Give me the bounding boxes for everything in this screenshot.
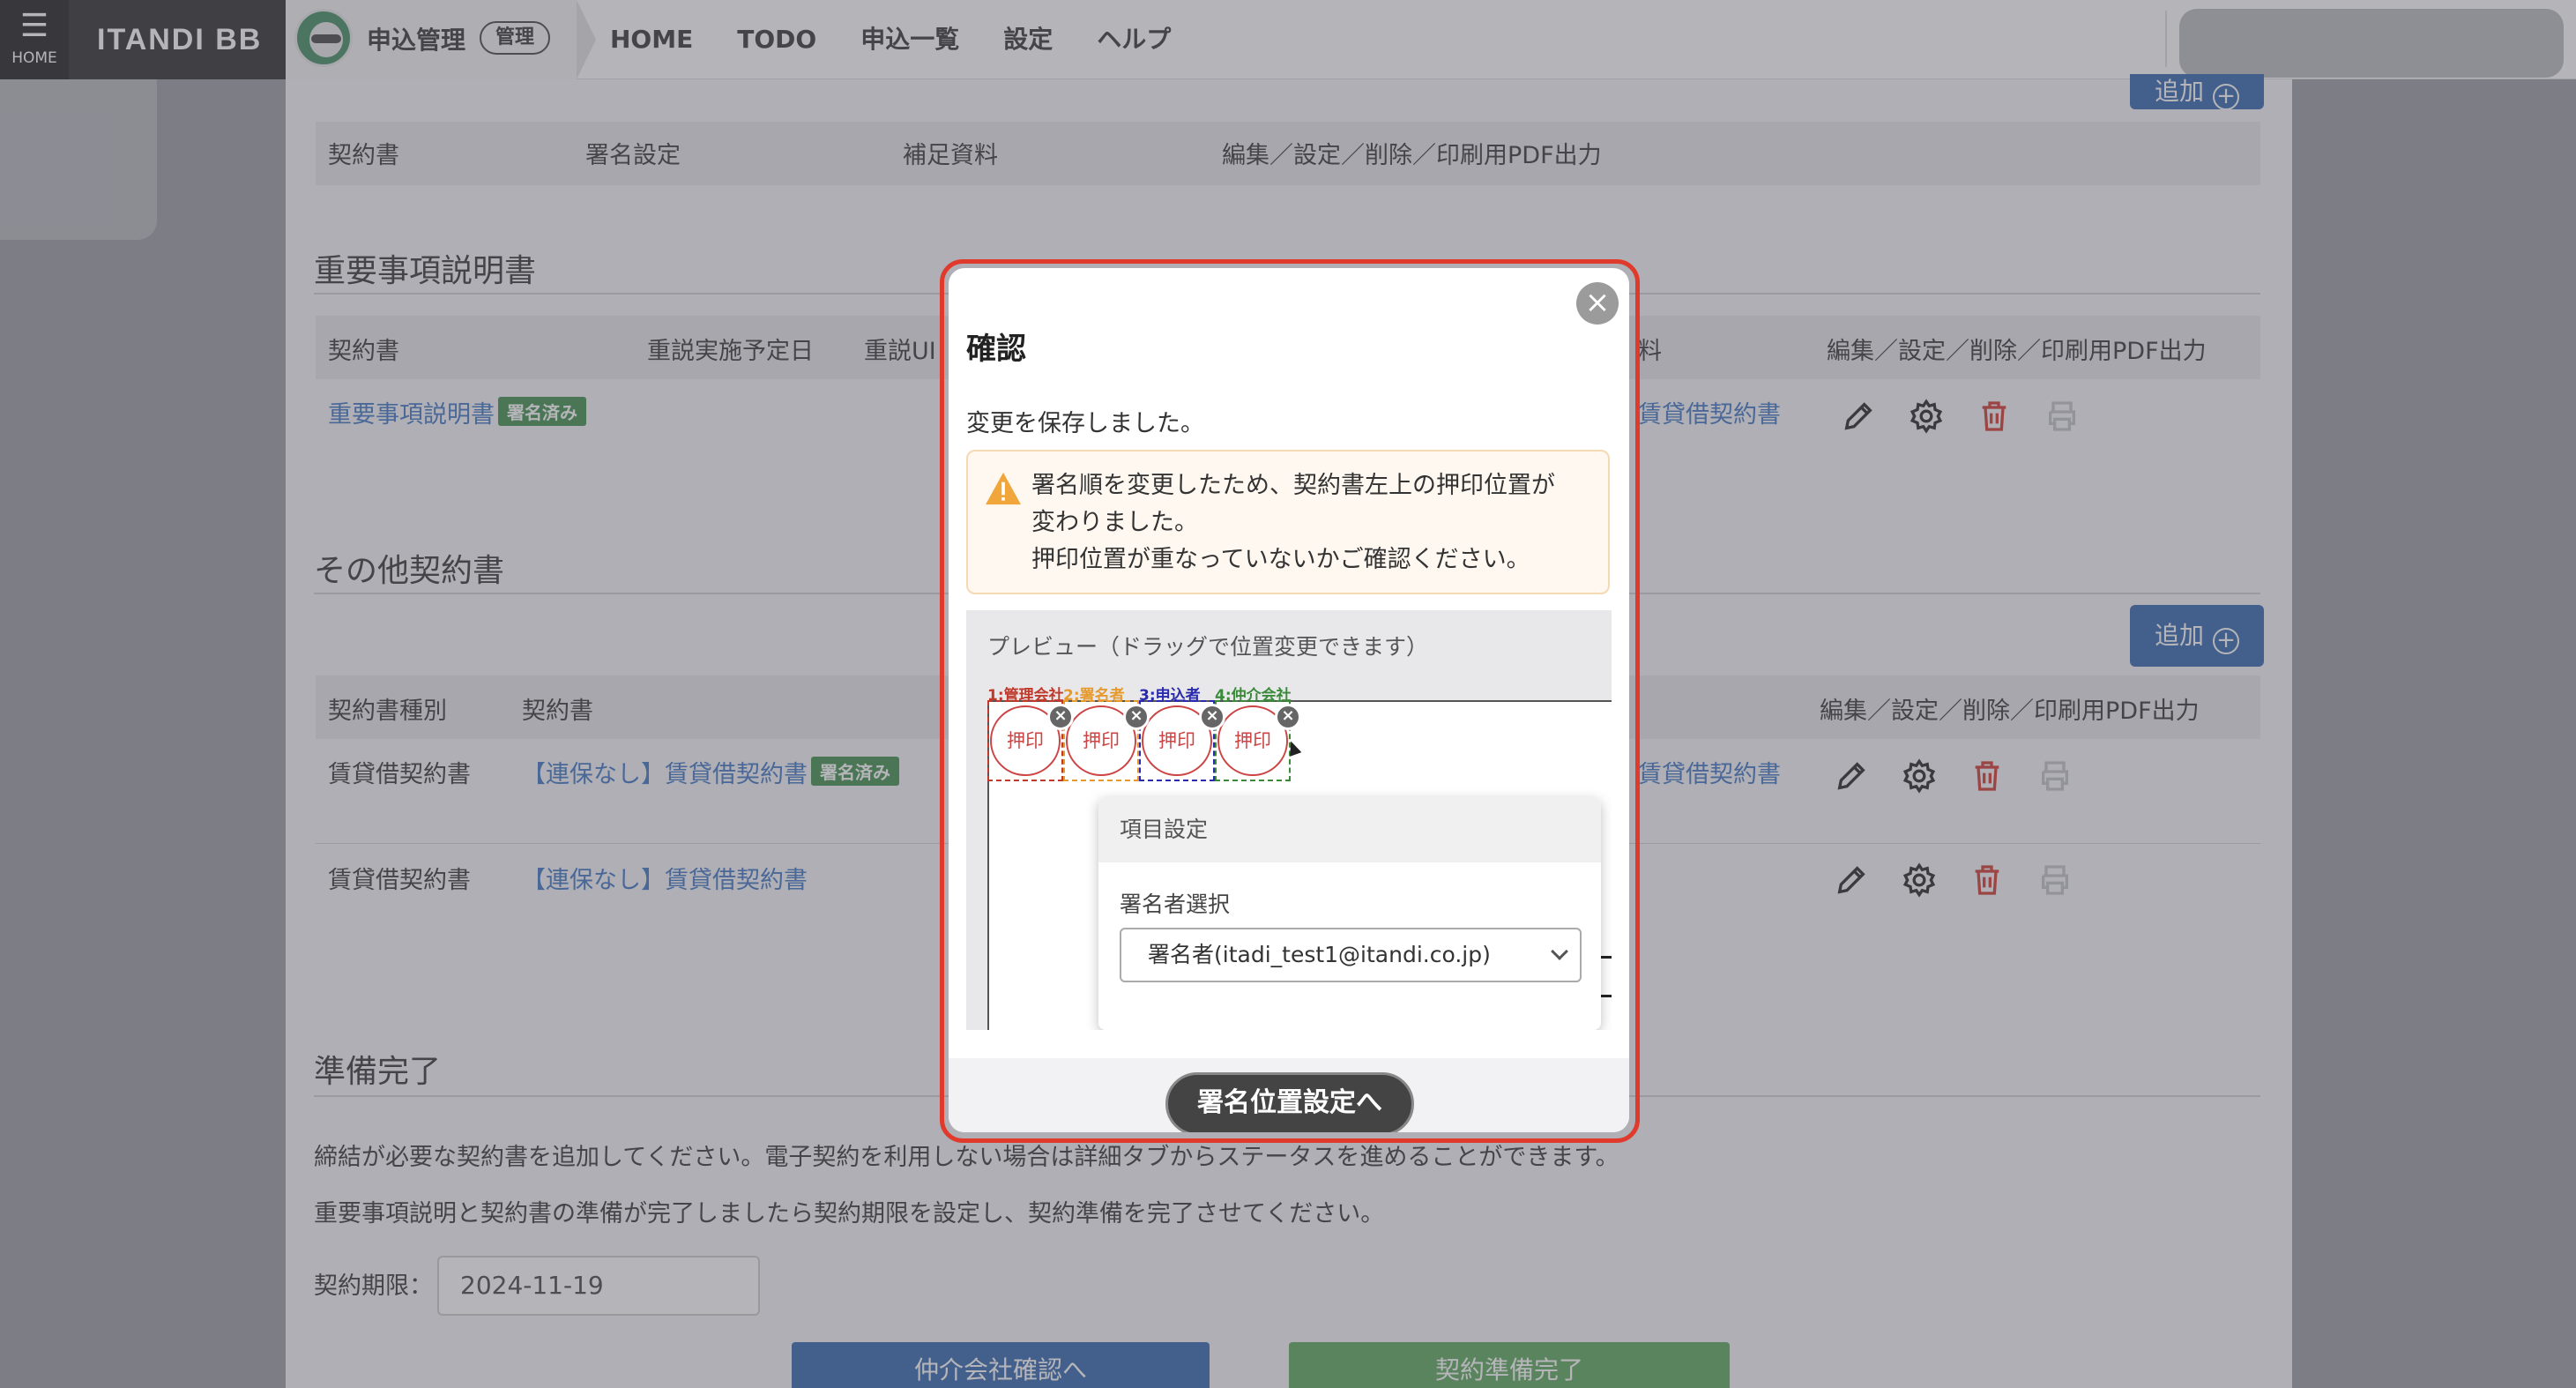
- preview-label: プレビュー（ドラッグで位置変更できます）: [987, 634, 1429, 660]
- signer-select[interactable]: 署名者(itadi_test1@itandi.co.jp): [1120, 928, 1582, 982]
- confirm-modal: × 確認 変更を保存しました。 署名順を変更したため、契約書左上の押印位置が 変…: [949, 268, 1629, 1132]
- popup-title: 項目設定: [1098, 797, 1601, 862]
- chevron-down-icon: [1551, 943, 1568, 960]
- warning-line-2: 変わりました。: [1031, 509, 1198, 536]
- warning-line-1: 署名順を変更したため、契約書左上の押印位置が: [1031, 472, 1555, 499]
- warning-box: 署名順を変更したため、契約書左上の押印位置が 変わりました。 押印位置が重なって…: [966, 450, 1610, 594]
- remove-stamp-icon[interactable]: ×: [1123, 704, 1150, 730]
- warning-line-3: 押印位置が重なっていないかご確認ください。: [1031, 546, 1530, 573]
- signer-select-value: 署名者(itadi_test1@itandi.co.jp): [1148, 942, 1491, 967]
- item-settings-popup: 項目設定 署名者選択 署名者(itadi_test1@itandi.co.jp): [1098, 797, 1601, 1030]
- close-button[interactable]: ×: [1576, 282, 1619, 325]
- stamp-preview: プレビュー（ドラッグで位置変更できます） 1:管理会社 2:署名者 3:申込者 …: [966, 610, 1612, 1030]
- remove-stamp-icon[interactable]: ×: [1047, 704, 1074, 730]
- signer-select-label: 署名者選択: [1120, 892, 1231, 917]
- remove-stamp-icon[interactable]: ×: [1199, 704, 1225, 730]
- signature-position-button[interactable]: 署名位置設定へ: [1165, 1072, 1414, 1132]
- remove-stamp-icon[interactable]: ×: [1275, 704, 1301, 730]
- close-icon: ×: [1584, 285, 1611, 320]
- saved-message: 変更を保存しました。: [966, 410, 1204, 437]
- warning-icon: [986, 472, 1021, 505]
- warning-text: 署名順を変更したため、契約書左上の押印位置が 変わりました。 押印位置が重なって…: [1031, 467, 1555, 578]
- modal-title: 確認: [966, 332, 1026, 367]
